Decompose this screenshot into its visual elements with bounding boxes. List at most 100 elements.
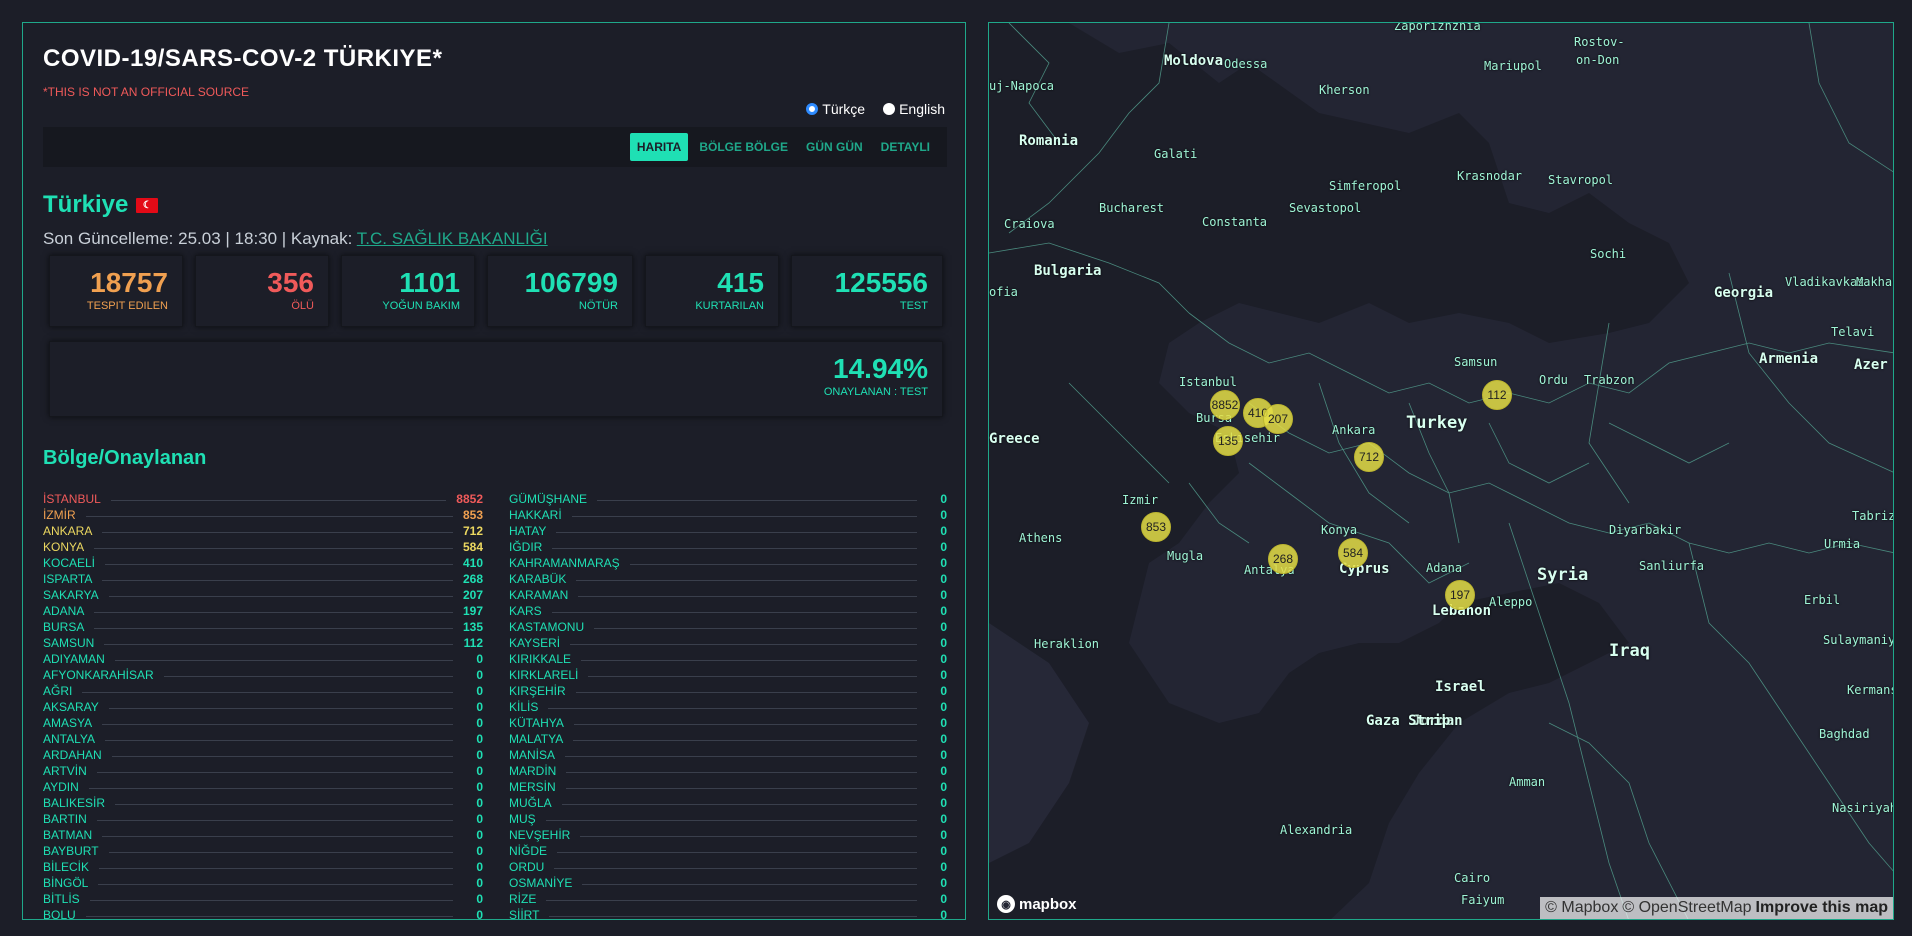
tab-harita[interactable]: HARITA [629, 133, 689, 161]
tab-bolge-bolge[interactable]: BÖLGE BÖLGE [692, 133, 795, 161]
region-row[interactable]: İZMİR 853 [43, 507, 483, 523]
region-row[interactable]: OSMANİYE 0 [509, 875, 947, 891]
radio-checked-icon[interactable] [806, 103, 819, 115]
region-row[interactable]: GÜMÜŞHANE 0 [509, 491, 947, 507]
region-row[interactable]: ORDU 0 [509, 859, 947, 875]
map-country-label: Iraq [1609, 641, 1650, 661]
region-name: ARTVİN [43, 764, 87, 778]
region-row[interactable]: SAMSUN 112 [43, 635, 483, 651]
region-row[interactable]: KARS 0 [509, 603, 947, 619]
region-row[interactable]: KİLİS 0 [509, 699, 947, 715]
region-name: BİNGÖL [43, 876, 89, 890]
tab-list: HARITA BÖLGE BÖLGE GÜN GÜN DETAYLI [629, 133, 937, 161]
region-row[interactable]: KÜTAHYA 0 [509, 715, 947, 731]
region-row[interactable]: BATMAN 0 [43, 827, 483, 843]
case-cluster-marker[interactable]: 112 [1482, 380, 1512, 410]
case-cluster-marker[interactable]: 712 [1354, 442, 1384, 472]
region-row[interactable]: KIRKLARELİ 0 [509, 667, 947, 683]
region-row[interactable]: KIRIKKALE 0 [509, 651, 947, 667]
region-row[interactable]: MANİSA 0 [509, 747, 947, 763]
region-row[interactable]: SİİRT 0 [509, 907, 947, 919]
region-row[interactable]: MUŞ 0 [509, 811, 947, 827]
region-row[interactable]: BAYBURT 0 [43, 843, 483, 859]
region-row[interactable]: BURSA 135 [43, 619, 483, 635]
source-link[interactable]: T.C. SAĞLIK BAKANLIĞI [357, 229, 548, 248]
region-row[interactable]: ANTALYA 0 [43, 731, 483, 747]
region-value: 0 [940, 716, 947, 730]
region-row[interactable]: İSTANBUL 8852 [43, 491, 483, 507]
region-row[interactable]: BİTLİS 0 [43, 891, 483, 907]
osm-attribution-link[interactable]: © OpenStreetMap [1622, 899, 1751, 917]
leader-line [96, 771, 453, 773]
region-value: 0 [940, 796, 947, 810]
region-row[interactable]: BALIKESİR 0 [43, 795, 483, 811]
region-row[interactable]: MARDİN 0 [509, 763, 947, 779]
region-row[interactable]: ARTVİN 0 [43, 763, 483, 779]
region-row[interactable]: KASTAMONU 0 [509, 619, 947, 635]
region-row[interactable]: ADANA 197 [43, 603, 483, 619]
case-cluster-marker[interactable]: 207 [1263, 404, 1293, 434]
region-row[interactable]: MALATYA 0 [509, 731, 947, 747]
mapbox-attribution-link[interactable]: © Mapbox [1545, 899, 1618, 917]
leader-line [102, 723, 453, 725]
improve-map-link[interactable]: Improve this map [1756, 899, 1888, 917]
region-row[interactable]: ANKARA 712 [43, 523, 483, 539]
region-row[interactable]: AYDIN 0 [43, 779, 483, 795]
region-row[interactable]: AKSARAY 0 [43, 699, 483, 715]
language-option-turkish[interactable]: Türkçe [806, 101, 865, 117]
map-city-label: Kermans [1847, 683, 1894, 697]
region-value: 0 [940, 636, 947, 650]
tab-detayli[interactable]: DETAYLI [874, 133, 937, 161]
language-option-english[interactable]: English [883, 101, 945, 117]
region-value: 0 [940, 876, 947, 890]
stat-value: 18757 [90, 267, 168, 298]
map-city-label: Telavi [1831, 325, 1875, 339]
case-cluster-marker[interactable]: 853 [1141, 512, 1171, 542]
region-row[interactable]: AMASYA 0 [43, 715, 483, 731]
region-row[interactable]: KOCAELİ 410 [43, 555, 483, 571]
region-row[interactable]: KARABÜK 0 [509, 571, 947, 587]
region-row[interactable]: ARDAHAN 0 [43, 747, 483, 763]
region-row[interactable]: KAHRAMANMARAŞ 0 [509, 555, 947, 571]
region-row[interactable]: MUĞLA 0 [509, 795, 947, 811]
case-cluster-marker[interactable]: 135 [1213, 426, 1243, 456]
region-row[interactable]: MERSİN 0 [509, 779, 947, 795]
region-value: 135 [462, 620, 483, 634]
leader-line [96, 819, 453, 821]
region-row[interactable]: BOLU 0 [43, 907, 483, 919]
region-value: 268 [462, 572, 483, 586]
case-cluster-marker[interactable]: 197 [1445, 580, 1475, 610]
case-cluster-marker[interactable]: 8852 [1210, 390, 1240, 420]
region-row[interactable]: BİLECİK 0 [43, 859, 483, 875]
region-row[interactable]: HAKKARİ 0 [509, 507, 947, 523]
region-row[interactable]: KAYSERİ 0 [509, 635, 947, 651]
region-row[interactable]: BARTIN 0 [43, 811, 483, 827]
region-value: 0 [940, 524, 947, 538]
map-city-label: ofia [989, 285, 1018, 299]
region-name: NİĞDE [509, 844, 548, 858]
region-row[interactable]: ISPARTA 268 [43, 571, 483, 587]
region-row[interactable]: HATAY 0 [509, 523, 947, 539]
map-panel[interactable]: Moldova Romania Bulgaria Greece Turkey Georgi… [988, 22, 1894, 920]
map-city-label: Baghdad [1819, 727, 1870, 741]
mapbox-logo[interactable]: ◉ mapbox [997, 895, 1077, 913]
region-row[interactable]: AFYONKARAHİSAR 0 [43, 667, 483, 683]
region-row[interactable]: KIRŞEHİR 0 [509, 683, 947, 699]
region-row[interactable]: KONYA 584 [43, 539, 483, 555]
region-row[interactable]: IĞDIR 0 [509, 539, 947, 555]
map-canvas[interactable] [989, 23, 1894, 920]
region-row[interactable]: ADIYAMAN 0 [43, 651, 483, 667]
region-row[interactable]: SAKARYA 207 [43, 587, 483, 603]
region-row[interactable]: RİZE 0 [509, 891, 947, 907]
region-name: ORDU [509, 860, 545, 874]
radio-unchecked-icon[interactable] [883, 103, 896, 115]
leader-line [85, 915, 453, 917]
tab-gun-gun[interactable]: GÜN GÜN [799, 133, 870, 161]
case-cluster-marker[interactable]: 268 [1268, 544, 1298, 574]
case-cluster-marker[interactable]: 584 [1338, 538, 1368, 568]
region-row[interactable]: BİNGÖL 0 [43, 875, 483, 891]
region-row[interactable]: NİĞDE 0 [509, 843, 947, 859]
region-row[interactable]: AĞRI 0 [43, 683, 483, 699]
region-row[interactable]: NEVŞEHİR 0 [509, 827, 947, 843]
region-row[interactable]: KARAMAN 0 [509, 587, 947, 603]
